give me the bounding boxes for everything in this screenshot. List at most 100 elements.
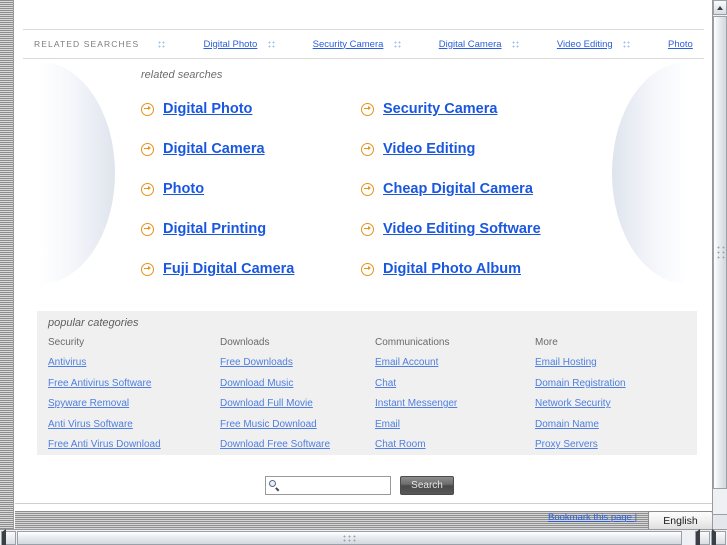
- topbar-cell: Digital Camera: [393, 39, 502, 50]
- related-link-row[interactable]: Cheap Digital Camera: [361, 169, 601, 209]
- related-searches-bar: RELATED SEARCHES Digital Photo Security …: [23, 29, 704, 59]
- related-link-row[interactable]: Fuji Digital Camera: [141, 249, 361, 289]
- related-link-digital-photo-album[interactable]: Digital Photo Album: [383, 261, 521, 277]
- category-link-chat-room[interactable]: Chat Room: [375, 439, 535, 450]
- category-link-anti-virus-software[interactable]: Anti Virus Software: [48, 419, 220, 430]
- category-link-free-antivirus-software[interactable]: Free Antivirus Software: [48, 378, 220, 389]
- related-link-digital-camera[interactable]: Digital Camera: [163, 141, 265, 157]
- decorative-semicircle-right: [612, 62, 687, 284]
- window-left-gutter: [0, 0, 14, 529]
- horizontal-scrollbar[interactable]: [0, 529, 727, 545]
- language-selector[interactable]: English: [648, 511, 712, 529]
- category-link-instant-messenger[interactable]: Instant Messenger: [375, 398, 535, 409]
- scroll-up-button[interactable]: [713, 0, 727, 15]
- category-link-spyware-removal[interactable]: Spyware Removal: [48, 398, 220, 409]
- category-column-downloads: Downloads Free Downloads Download Music …: [220, 337, 375, 460]
- category-link-download-music[interactable]: Download Music: [220, 378, 375, 389]
- popular-categories-heading: popular categories: [48, 317, 139, 329]
- related-link-row[interactable]: Security Camera: [361, 89, 601, 129]
- related-link-cheap-digital-camera[interactable]: Cheap Digital Camera: [383, 181, 533, 197]
- category-link-antivirus[interactable]: Antivirus: [48, 357, 220, 368]
- horizontal-scrollbar-thumb[interactable]: [17, 531, 682, 545]
- arrow-circle-icon: [141, 142, 154, 156]
- topbar-link-digital-camera[interactable]: Digital Camera: [439, 39, 502, 50]
- category-link-email-hosting[interactable]: Email Hosting: [535, 357, 689, 368]
- related-link-row[interactable]: Video Editing Software: [361, 209, 601, 249]
- dot-separator-icon: [622, 40, 630, 48]
- arrow-circle-icon: [361, 182, 374, 196]
- category-link-free-anti-virus-download[interactable]: Free Anti Virus Download: [48, 439, 220, 450]
- chevron-left-icon: [2, 529, 6, 545]
- scrollbar-grip-icon: [342, 535, 357, 542]
- topbar-cell: Security Camera: [267, 39, 384, 50]
- category-link-email-account[interactable]: Email Account: [375, 357, 535, 368]
- arrow-circle-icon: [141, 262, 154, 276]
- search-button[interactable]: Search: [400, 476, 454, 495]
- topbar-link-photo[interactable]: Photo: [668, 39, 693, 50]
- topbar-cell: Photo: [622, 39, 693, 50]
- category-link-proxy-servers[interactable]: Proxy Servers: [535, 439, 689, 450]
- arrow-circle-icon: [141, 182, 154, 196]
- vertical-scrollbar[interactable]: [712, 0, 727, 529]
- related-searches-grid: Digital Photo Security Camera Digital Ca…: [141, 89, 601, 289]
- category-link-free-music-download[interactable]: Free Music Download: [220, 419, 375, 430]
- scroll-right-button[interactable]: [711, 529, 726, 545]
- dot-separator-icon: [511, 40, 519, 48]
- page-viewport: RELATED SEARCHES Digital Photo Security …: [15, 0, 712, 529]
- chevron-up-icon: [717, 5, 723, 10]
- popular-categories-columns: Security Antivirus Free Antivirus Softwa…: [48, 337, 689, 460]
- related-link-row[interactable]: Digital Printing: [141, 209, 361, 249]
- related-link-video-editing-software[interactable]: Video Editing Software: [383, 221, 541, 237]
- related-link-row[interactable]: Photo: [141, 169, 361, 209]
- related-link-photo[interactable]: Photo: [163, 181, 204, 197]
- search-icon: [268, 479, 280, 492]
- topbar-link-digital-photo[interactable]: Digital Photo: [203, 39, 257, 50]
- arrow-circle-icon: [361, 222, 374, 236]
- category-link-network-security[interactable]: Network Security: [535, 398, 689, 409]
- related-link-row[interactable]: Digital Photo: [141, 89, 361, 129]
- scroll-left-button[interactable]: [1, 529, 16, 545]
- category-column-communications: Communications Email Account Chat Instan…: [375, 337, 535, 460]
- related-searches-heading: related searches: [141, 69, 223, 81]
- category-link-download-full-movie[interactable]: Download Full Movie: [220, 398, 375, 409]
- related-link-security-camera[interactable]: Security Camera: [383, 101, 497, 117]
- scroll-right-button-left[interactable]: [695, 529, 710, 545]
- category-title-communications: Communications: [375, 337, 450, 348]
- category-title-security: Security: [48, 337, 85, 348]
- category-link-domain-registration[interactable]: Domain Registration: [535, 378, 689, 389]
- search-input[interactable]: [282, 479, 388, 492]
- search-row: Search: [265, 476, 454, 495]
- topbar-cell: Video Editing: [511, 39, 613, 50]
- category-link-download-free-software[interactable]: Download Free Software: [220, 439, 375, 450]
- topbar-link-video-editing[interactable]: Video Editing: [557, 39, 613, 50]
- arrow-circle-icon: [361, 102, 374, 116]
- related-link-video-editing[interactable]: Video Editing: [383, 141, 475, 157]
- web-page: RELATED SEARCHES Digital Photo Security …: [15, 0, 712, 529]
- category-title-more: More: [535, 337, 558, 348]
- category-link-email[interactable]: Email: [375, 419, 535, 430]
- related-link-fuji-digital-camera[interactable]: Fuji Digital Camera: [163, 261, 294, 277]
- related-link-row[interactable]: Digital Photo Album: [361, 249, 601, 289]
- vertical-scrollbar-thumb[interactable]: [713, 16, 727, 489]
- category-column-more: More Email Hosting Domain Registration N…: [535, 337, 689, 460]
- category-link-domain-name[interactable]: Domain Name: [535, 419, 689, 430]
- browser-window: RELATED SEARCHES Digital Photo Security …: [0, 0, 727, 545]
- arrow-circle-icon: [141, 102, 154, 116]
- decorative-semicircle-left: [40, 62, 115, 284]
- scrollbar-grip-icon: [717, 245, 725, 260]
- related-link-digital-printing[interactable]: Digital Printing: [163, 221, 266, 237]
- related-link-digital-photo[interactable]: Digital Photo: [163, 101, 252, 117]
- topbar-link-security-camera[interactable]: Security Camera: [313, 39, 384, 50]
- search-box[interactable]: [265, 476, 391, 495]
- scrollbar-corner: [712, 515, 727, 529]
- bookmark-this-page-link[interactable]: Bookmark this page |: [548, 512, 637, 523]
- arrow-circle-icon: [361, 142, 374, 156]
- related-link-row[interactable]: Digital Camera: [141, 129, 361, 169]
- category-link-free-downloads[interactable]: Free Downloads: [220, 357, 375, 368]
- dot-separator-icon: [393, 40, 401, 48]
- category-link-chat[interactable]: Chat: [375, 378, 535, 389]
- arrow-circle-icon: [361, 262, 374, 276]
- related-link-row[interactable]: Video Editing: [361, 129, 601, 169]
- chevron-left-icon: [696, 529, 700, 545]
- category-column-security: Security Antivirus Free Antivirus Softwa…: [48, 337, 220, 460]
